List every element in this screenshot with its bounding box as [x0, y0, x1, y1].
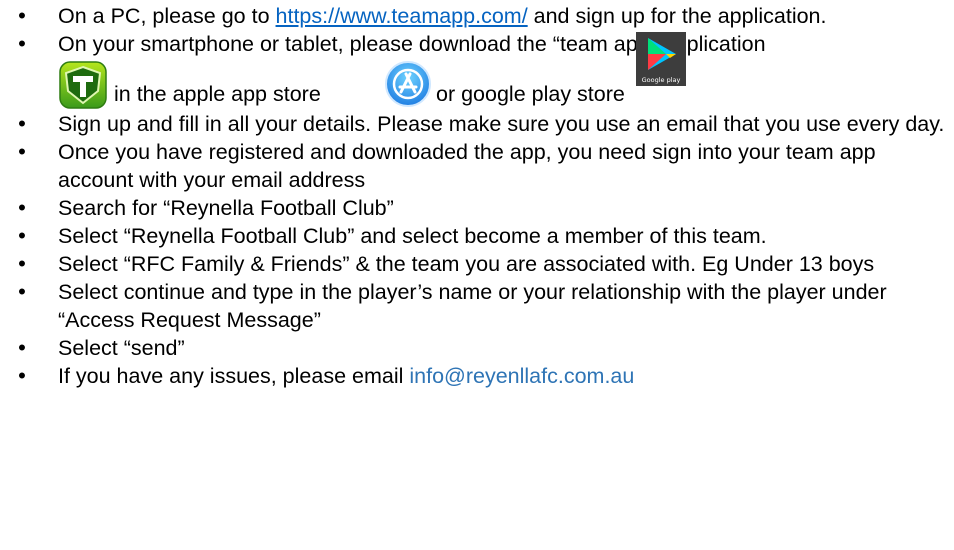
step-text: Select “send”	[58, 336, 185, 360]
bullet: •	[18, 3, 26, 28]
bullet: •	[18, 363, 26, 388]
bullet: •	[18, 195, 26, 220]
list-item: • Select “RFC Family & Friends” & the te…	[0, 250, 954, 278]
step-text: in the apple app store	[114, 82, 321, 106]
google-play-store-icon: Google play	[636, 32, 686, 86]
step-text: On a PC, please go to	[58, 4, 276, 28]
step-text: Select “RFC Family & Friends” & the team…	[58, 252, 875, 276]
step-text: Select “Reynella Football Club” and sele…	[58, 224, 767, 248]
step-text: Select continue and type in the player’s…	[58, 280, 887, 332]
document-page: • On a PC, please go to https://www.team…	[0, 0, 954, 550]
list-item: • Select continue and type in the player…	[0, 278, 954, 334]
list-item: • If you have any issues, please email i…	[0, 362, 954, 390]
list-item: • Sign up and fill in all your details. …	[0, 110, 954, 138]
team-app-icon	[58, 61, 110, 109]
store-icons-line: in the apple app store or google play st…	[58, 32, 948, 110]
step-text: Once you have registered and downloaded …	[58, 140, 876, 192]
list-item: • Select “Reynella Football Club” and se…	[0, 222, 954, 250]
instruction-list: • On a PC, please go to https://www.team…	[0, 2, 954, 390]
step-text: Search for “Reynella Football Club”	[58, 196, 394, 220]
apple-app-store-icon	[384, 60, 432, 108]
bullet: •	[18, 223, 26, 248]
list-item: • On a PC, please go to https://www.team…	[0, 2, 954, 30]
bullet: •	[18, 251, 26, 276]
bullet: •	[18, 279, 26, 304]
bullet: •	[18, 335, 26, 360]
list-item: • Once you have registered and downloade…	[0, 138, 954, 194]
bullet: •	[18, 139, 26, 164]
google-play-caption: Google play	[642, 76, 681, 84]
bullet: •	[18, 31, 26, 56]
list-item: • Select “send”	[0, 334, 954, 362]
bullet: •	[18, 111, 26, 136]
step-text: and sign up for the application.	[527, 4, 827, 28]
step-text: or google play store	[436, 82, 625, 106]
list-item: • Search for “Reynella Football Club”	[0, 194, 954, 222]
step-text: Sign up and fill in all your details. Pl…	[58, 112, 945, 136]
list-item: • On your smartphone or tablet, please d…	[0, 30, 954, 110]
support-email-link[interactable]: info@reyenllafc.com.au	[409, 364, 634, 388]
step-text: If you have any issues, please email	[58, 364, 410, 388]
teamapp-link[interactable]: https://www.teamapp.com/	[276, 4, 528, 28]
